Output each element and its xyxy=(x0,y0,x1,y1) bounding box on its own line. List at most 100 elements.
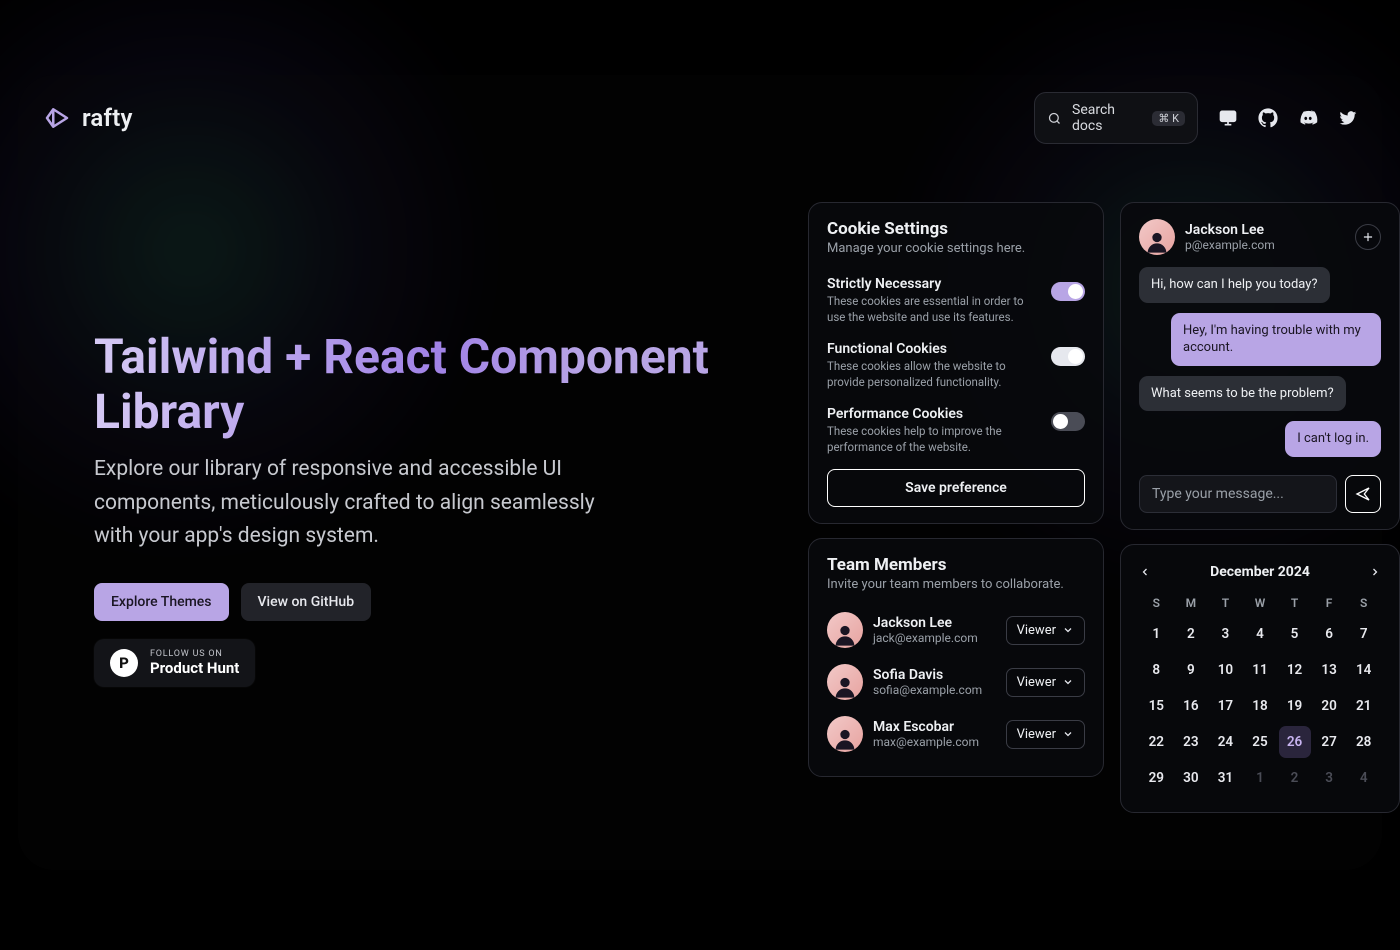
cookie-desc: These cookies are essential in order to … xyxy=(827,294,1039,325)
search-shortcut: ⌘ K xyxy=(1152,111,1185,126)
calendar-day[interactable]: 20 xyxy=(1312,688,1347,724)
calendar-day[interactable]: 27 xyxy=(1312,724,1347,760)
member-role-label: Viewer xyxy=(1017,675,1056,690)
send-icon xyxy=(1355,486,1371,502)
calendar-day[interactable]: 23 xyxy=(1174,724,1209,760)
add-chat-button[interactable] xyxy=(1355,224,1381,250)
calendar-day[interactable]: 19 xyxy=(1277,688,1312,724)
calendar-day[interactable]: 29 xyxy=(1139,760,1174,796)
calendar-day[interactable]: 11 xyxy=(1243,652,1278,688)
cookie-toggle[interactable] xyxy=(1051,347,1085,366)
chevron-down-icon xyxy=(1062,676,1074,688)
chat-user-name: Jackson Lee xyxy=(1185,222,1275,238)
calendar-dow: W xyxy=(1243,590,1278,616)
search-input[interactable]: Search docs ⌘ K xyxy=(1034,92,1198,144)
calendar-day[interactable]: 25 xyxy=(1243,724,1278,760)
calendar-day[interactable]: 14 xyxy=(1346,652,1381,688)
calendar-day[interactable]: 22 xyxy=(1139,724,1174,760)
calendar-day[interactable]: 26 xyxy=(1277,724,1312,760)
plus-icon xyxy=(1361,230,1375,244)
chevron-down-icon xyxy=(1062,624,1074,636)
member-role-select[interactable]: Viewer xyxy=(1006,668,1085,697)
member-name: Sofia Davis xyxy=(873,667,996,683)
cookie-title: Cookie Settings xyxy=(827,219,1085,239)
calendar-next-button[interactable] xyxy=(1369,563,1381,582)
calendar-day[interactable]: 6 xyxy=(1312,616,1347,652)
calendar-day[interactable]: 28 xyxy=(1346,724,1381,760)
product-hunt-badge[interactable]: P FOLLOW US ON Product Hunt xyxy=(94,639,255,687)
calendar-day[interactable]: 2 xyxy=(1174,616,1209,652)
calendar-day[interactable]: 17 xyxy=(1208,688,1243,724)
calendar-day[interactable]: 5 xyxy=(1277,616,1312,652)
cookie-name: Strictly Necessary xyxy=(827,276,1039,292)
explore-themes-button[interactable]: Explore Themes xyxy=(94,583,229,621)
member-name: Max Escobar xyxy=(873,719,996,735)
calendar-day[interactable]: 9 xyxy=(1174,652,1209,688)
calendar-day[interactable]: 15 xyxy=(1139,688,1174,724)
chevron-right-icon xyxy=(1369,566,1381,578)
hero-subtitle: Explore our library of responsive and ac… xyxy=(94,453,614,553)
send-message-button[interactable] xyxy=(1345,475,1381,513)
calendar-day[interactable]: 2 xyxy=(1277,760,1312,796)
calendar-day[interactable]: 8 xyxy=(1139,652,1174,688)
calendar-day[interactable]: 31 xyxy=(1208,760,1243,796)
member-email: max@example.com xyxy=(873,735,996,749)
product-hunt-name: Product Hunt xyxy=(150,659,239,677)
cookie-name: Functional Cookies xyxy=(827,341,1039,357)
calendar-day[interactable]: 13 xyxy=(1312,652,1347,688)
calendar-day[interactable]: 30 xyxy=(1174,760,1209,796)
avatar xyxy=(827,664,863,700)
avatar xyxy=(827,716,863,752)
brand-logo[interactable]: rafty xyxy=(42,103,133,133)
hero-title: Tailwind + React Component Library xyxy=(94,330,714,439)
calendar-day[interactable]: 21 xyxy=(1346,688,1381,724)
calendar-day[interactable]: 18 xyxy=(1243,688,1278,724)
twitter-icon[interactable] xyxy=(1338,108,1358,128)
cookie-toggle[interactable] xyxy=(1051,282,1085,301)
chat-bubble: What seems to be the problem? xyxy=(1139,376,1346,412)
calendar-day[interactable]: 1 xyxy=(1139,616,1174,652)
calendar-day[interactable]: 12 xyxy=(1277,652,1312,688)
calendar-day[interactable]: 10 xyxy=(1208,652,1243,688)
team-title: Team Members xyxy=(827,555,1085,575)
member-email: jack@example.com xyxy=(873,631,996,645)
avatar xyxy=(827,612,863,648)
cookie-toggle[interactable] xyxy=(1051,412,1085,431)
brand-name: rafty xyxy=(82,104,133,132)
calendar-day[interactable]: 3 xyxy=(1312,760,1347,796)
calendar-day[interactable]: 16 xyxy=(1174,688,1209,724)
cookie-subtitle: Manage your cookie settings here. xyxy=(827,241,1085,256)
chat-bubble: Hi, how can I help you today? xyxy=(1139,267,1330,303)
calendar-day[interactable]: 3 xyxy=(1208,616,1243,652)
cookie-desc: These cookies allow the website to provi… xyxy=(827,359,1039,390)
member-role-select[interactable]: Viewer xyxy=(1006,720,1085,749)
calendar-prev-button[interactable] xyxy=(1139,563,1151,582)
team-subtitle: Invite your team members to collaborate. xyxy=(827,577,1085,592)
member-role-select[interactable]: Viewer xyxy=(1006,616,1085,645)
chat-user-email: p@example.com xyxy=(1185,238,1275,252)
chat-message-input[interactable]: Type your message... xyxy=(1139,475,1337,513)
calendar-day[interactable]: 1 xyxy=(1243,760,1278,796)
product-hunt-icon: P xyxy=(110,649,138,677)
discord-icon[interactable] xyxy=(1298,108,1318,128)
save-preference-button[interactable]: Save preference xyxy=(827,469,1085,507)
avatar xyxy=(1139,219,1175,255)
view-github-button[interactable]: View on GitHub xyxy=(241,583,372,621)
monitor-icon[interactable] xyxy=(1218,108,1238,128)
calendar-month-label: December 2024 xyxy=(1210,564,1310,580)
member-role-label: Viewer xyxy=(1017,727,1056,742)
member-name: Jackson Lee xyxy=(873,615,996,631)
github-icon[interactable] xyxy=(1258,108,1278,128)
member-email: sofia@example.com xyxy=(873,683,996,697)
calendar-day[interactable]: 4 xyxy=(1346,760,1381,796)
product-hunt-prefix: FOLLOW US ON xyxy=(150,649,239,659)
calendar-dow: S xyxy=(1139,590,1174,616)
member-role-label: Viewer xyxy=(1017,623,1056,638)
calendar-day[interactable]: 7 xyxy=(1346,616,1381,652)
cookie-name: Performance Cookies xyxy=(827,406,1039,422)
calendar-day[interactable]: 4 xyxy=(1243,616,1278,652)
chevron-down-icon xyxy=(1062,728,1074,740)
rafty-logo-icon xyxy=(42,103,72,133)
search-icon xyxy=(1047,111,1062,126)
calendar-day[interactable]: 24 xyxy=(1208,724,1243,760)
